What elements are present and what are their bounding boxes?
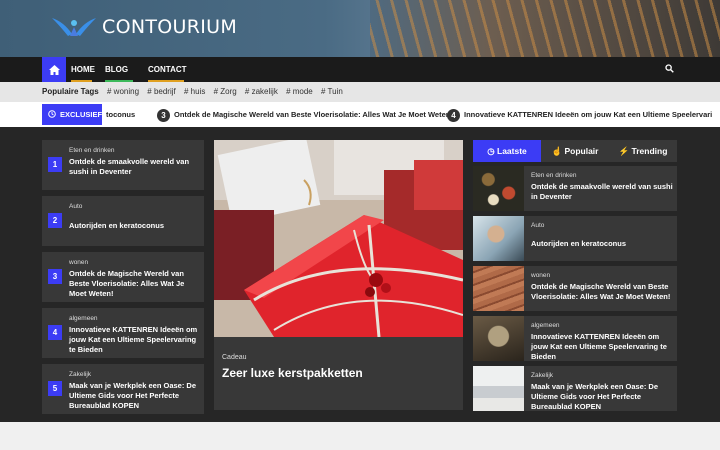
item-title[interactable]: Autorijden en keratoconus	[531, 239, 673, 249]
site-header: CONTOURIUM	[0, 0, 720, 57]
item-category[interactable]: wonen	[531, 272, 550, 279]
tag-link[interactable]: # bedrijf	[147, 87, 175, 96]
thumbs-up-icon: ☝	[551, 146, 563, 156]
tab-trending[interactable]: ⚡ Trending	[609, 140, 677, 162]
post-thumbnail[interactable]	[473, 166, 524, 211]
post-thumbnail[interactable]	[473, 366, 524, 411]
ticker-item-number: 3	[157, 108, 170, 122]
list-item[interactable]: algemeen Innovatieve KATTENREN Ideeën om…	[473, 316, 677, 361]
tag-link[interactable]: # zakelijk	[245, 87, 278, 96]
item-title[interactable]: Innovatieve KATTENREN Ideeën om jouw Kat…	[69, 325, 199, 355]
tab-popular-label: Populair	[564, 146, 599, 156]
tag-link[interactable]: # mode	[286, 87, 313, 96]
item-category[interactable]: Eten en drinken	[69, 147, 115, 154]
list-item[interactable]: wonen Ontdek de Magische Wereld van Best…	[473, 266, 677, 311]
site-name: CONTOURIUM	[102, 16, 238, 38]
ticker-item-title: toconus	[106, 110, 136, 119]
list-item[interactable]: Auto Autorijden en keratoconus	[473, 216, 677, 261]
item-number: 4	[48, 325, 62, 340]
ticker-item[interactable]: 4 Innovatieve KATTENREN Ideeën om jouw Ka…	[447, 102, 712, 127]
list-item[interactable]: 5 Zakelijk Maak van je Werkplek een Oase…	[42, 364, 204, 414]
bolt-icon: ⚡	[618, 146, 630, 156]
featured-post[interactable]: Cadeau Zeer luxe kerstpakketten	[214, 140, 463, 410]
item-title[interactable]: Maak van je Werkplek een Oase: De Ultiem…	[531, 382, 673, 412]
popular-tags-bar: Populaire Tags # woning # bedrijf # huis…	[0, 82, 720, 102]
home-icon	[48, 64, 60, 75]
item-category[interactable]: Auto	[531, 222, 544, 229]
item-category[interactable]: algemeen	[69, 315, 98, 322]
item-category[interactable]: Eten en drinken	[531, 172, 577, 179]
site-logo[interactable]: CONTOURIUM	[50, 14, 237, 40]
clock-icon	[48, 109, 56, 120]
item-category[interactable]: algemeen	[531, 322, 560, 329]
tab-popular[interactable]: ☝ Populair	[541, 140, 609, 162]
main-content: 1 Eten en drinken Ontdek de smaakvolle w…	[0, 127, 720, 422]
list-item[interactable]: Zakelijk Maak van je Werkplek een Oase: …	[473, 366, 677, 411]
post-tabs: ◷ Laatste ☝ Populair ⚡ Trending	[473, 140, 677, 162]
exclusive-label: EXCLUSIEF	[60, 110, 103, 119]
news-ticker: EXCLUSIEF toconus 3 Ontdek de Magische We…	[0, 102, 720, 127]
tag-link[interactable]: # Zorg	[214, 87, 237, 96]
nav-contact-label: CONTACT	[148, 65, 187, 74]
nav-contact[interactable]: CONTACT	[148, 57, 187, 82]
tab-latest[interactable]: ◷ Laatste	[473, 140, 541, 162]
item-title[interactable]: Ontdek de Magische Wereld van Beste Vloe…	[69, 269, 199, 299]
main-nav: HOME BLOG ⌄ CONTACT	[0, 57, 720, 99]
ticker-item[interactable]: toconus	[106, 102, 135, 127]
ticker-item-title: Innovatieve KATTENREN Ideeën om jouw Kat…	[464, 110, 713, 119]
post-thumbnail[interactable]	[473, 216, 524, 261]
ticker-item-number: 4	[447, 108, 460, 122]
item-category[interactable]: Zakelijk	[531, 372, 553, 379]
nav-blog-label: BLOG	[105, 65, 129, 74]
post-thumbnail[interactable]	[473, 266, 524, 311]
list-item[interactable]: 1 Eten en drinken Ontdek de smaakvolle w…	[42, 140, 204, 190]
tag-link[interactable]: # huis	[184, 87, 205, 96]
tag-link[interactable]: # woning	[107, 87, 139, 96]
item-number: 1	[48, 157, 62, 172]
header-background-image	[370, 0, 720, 57]
list-item[interactable]: 2 Auto Autorijden en keratoconus	[42, 196, 204, 246]
item-category[interactable]: Zakelijk	[69, 371, 91, 378]
ticker-item-title: Ontdek de Magische Wereld van Beste Vloe…	[174, 110, 453, 119]
tab-latest-label: Laatste	[497, 146, 527, 156]
list-item[interactable]: Eten en drinken Ontdek de smaakvolle wer…	[473, 166, 677, 211]
item-title[interactable]: Ontdek de Magische Wereld van Beste Vloe…	[531, 282, 673, 302]
item-category[interactable]: wonen	[69, 259, 88, 266]
page-footer	[0, 422, 720, 450]
tab-trending-label: Trending	[631, 146, 668, 156]
item-title[interactable]: Innovatieve KATTENREN Ideeën om jouw Kat…	[531, 332, 673, 362]
item-number: 2	[48, 213, 62, 228]
list-item[interactable]: 3 wonen Ontdek de Magische Wereld van Be…	[42, 252, 204, 302]
item-number: 3	[48, 269, 62, 284]
search-icon[interactable]	[665, 64, 674, 75]
post-thumbnail[interactable]	[473, 316, 524, 361]
logo-icon	[52, 18, 96, 36]
item-title[interactable]: Maak van je Werkplek een Oase: De Ultiem…	[69, 381, 199, 411]
exclusive-badge: EXCLUSIEF	[42, 104, 102, 125]
tag-link[interactable]: # Tuin	[321, 87, 343, 96]
item-number: 5	[48, 381, 62, 396]
featured-title[interactable]: Zeer luxe kerstpakketten	[222, 366, 363, 380]
home-icon-button[interactable]	[42, 57, 66, 82]
nav-home-label: HOME	[71, 65, 95, 74]
item-title[interactable]: Autorijden en keratoconus	[69, 221, 199, 231]
ticker-item[interactable]: 3 Ontdek de Magische Wereld van Beste Vlo…	[157, 102, 453, 127]
item-category[interactable]: Auto	[69, 203, 82, 210]
item-title[interactable]: Ontdek de smaakvolle wereld van sushi in…	[69, 157, 199, 177]
item-title[interactable]: Ontdek de smaakvolle wereld van sushi in…	[531, 182, 673, 202]
clock-icon: ◷	[487, 146, 495, 156]
nav-home[interactable]: HOME	[71, 57, 95, 82]
list-item[interactable]: 4 algemeen Innovatieve KATTENREN Ideeën …	[42, 308, 204, 358]
featured-category[interactable]: Cadeau	[222, 354, 247, 361]
featured-image[interactable]	[214, 140, 463, 337]
nav-blog[interactable]: BLOG ⌄	[105, 57, 133, 99]
popular-tags-label: Populaire Tags	[42, 87, 99, 96]
